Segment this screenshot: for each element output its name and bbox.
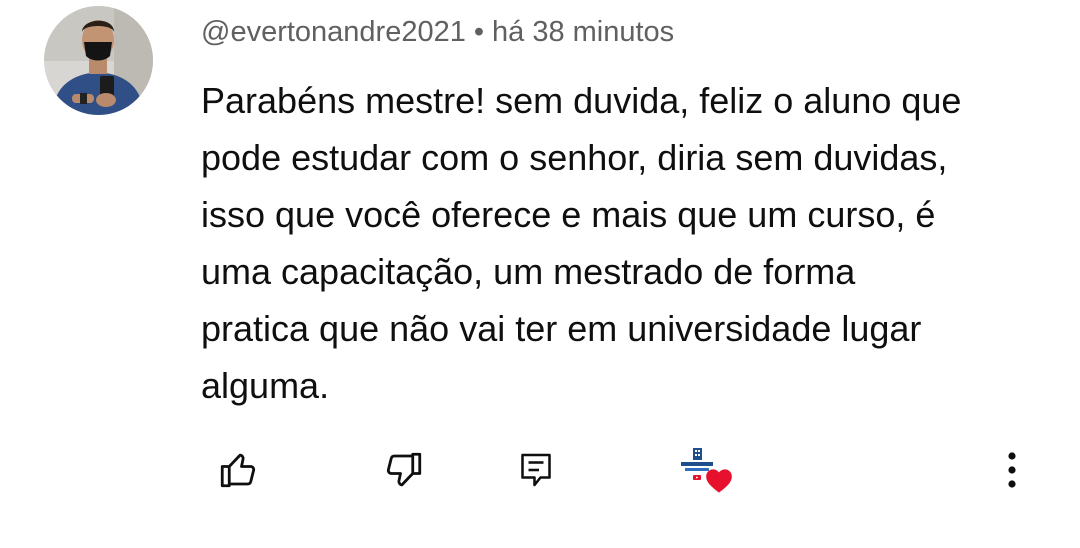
dislike-button[interactable] [376,440,432,500]
creator-heart-icon [671,440,735,500]
reply-button[interactable] [508,440,564,500]
thumbs-up-icon [220,453,256,488]
separator-dot: • [473,16,485,48]
comment-time[interactable]: há 38 minutos [492,16,674,48]
more-options-button[interactable] [990,440,1034,500]
thumbs-down-icon [386,452,422,487]
comment-text: Parabéns mestre! sem duvida, feliz o alu… [201,80,962,406]
avatar-image [44,6,153,115]
comment-icon [521,453,551,487]
comment-item: @evertonandre2021 • há 38 minutos Parabéns… [0,0,1080,548]
creator-heart-button[interactable] [668,440,738,500]
more-vertical-icon [1008,452,1016,488]
author-name[interactable]: @evertonandre2021 [201,16,466,48]
heart-icon [706,469,732,493]
avatar[interactable] [44,6,153,115]
like-button[interactable] [210,440,266,500]
comment-actions [0,440,1080,500]
comment-header: @evertonandre2021 • há 38 minutos [201,14,674,50]
